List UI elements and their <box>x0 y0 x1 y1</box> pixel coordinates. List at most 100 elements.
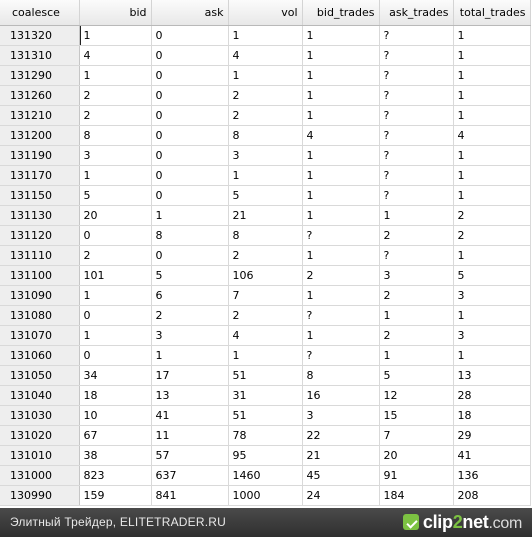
column-header-ask-trades[interactable]: ask_trades <box>379 0 454 26</box>
table-cell-ask-trades[interactable]: 1 <box>379 205 454 226</box>
table-cell-ask-trades[interactable]: ? <box>379 185 454 206</box>
table-cell-ask-trades[interactable]: ? <box>379 105 454 126</box>
row-key-cell[interactable]: 131130 <box>0 205 80 226</box>
table-cell-vol[interactable]: 21 <box>228 205 303 226</box>
table-cell-ask-trades[interactable]: 3 <box>379 265 454 286</box>
table-cell-bid-trades[interactable]: 1 <box>302 325 380 346</box>
table-cell-ask-trades[interactable]: 20 <box>379 445 454 466</box>
table-cell-bid-trades[interactable]: 24 <box>302 485 380 506</box>
table-cell-total-trades[interactable]: 13 <box>453 365 531 386</box>
table-row[interactable]: 131030 10 41 51 3 15 18 <box>0 405 531 426</box>
row-key-cell[interactable]: 131150 <box>0 185 80 206</box>
table-cell-bid[interactable]: 1 <box>79 285 152 306</box>
table-cell-ask[interactable]: 637 <box>151 465 229 486</box>
table-row[interactable]: 131210 2 0 2 1? 1 <box>0 105 531 126</box>
table-cell-bid-trades[interactable]: 1 <box>302 165 380 186</box>
table-row[interactable]: 131320 1 0 1 1? 1 <box>0 25 531 46</box>
row-key-cell[interactable]: 131170 <box>0 165 80 186</box>
row-key-cell[interactable]: 131090 <box>0 285 80 306</box>
row-key-cell[interactable]: 131260 <box>0 85 80 106</box>
table-cell-ask-trades[interactable]: 2 <box>379 325 454 346</box>
table-cell-ask[interactable]: 1 <box>151 205 229 226</box>
table-cell-ask-trades[interactable]: 12 <box>379 385 454 406</box>
table-cell-bid-trades[interactable]: ? <box>302 225 380 246</box>
row-key-cell[interactable]: 131050 <box>0 365 80 386</box>
row-key-cell[interactable]: 131100 <box>0 265 80 286</box>
table-cell-total-trades[interactable]: 3 <box>453 325 531 346</box>
table-row[interactable]: 130990 159 841 1000 24 184 208 <box>0 485 531 506</box>
table-cell-bid[interactable]: 3 <box>79 145 152 166</box>
table-cell-vol[interactable]: 2 <box>228 245 303 266</box>
row-key-cell[interactable]: 131110 <box>0 245 80 266</box>
table-cell-ask[interactable]: 3 <box>151 325 229 346</box>
table-row[interactable]: 131050 34 17 51 8 5 13 <box>0 365 531 386</box>
column-header-ask[interactable]: ask <box>151 0 229 26</box>
table-cell-bid-trades[interactable]: 1 <box>302 65 380 86</box>
table-cell-vol[interactable]: 31 <box>228 385 303 406</box>
table-cell-total-trades[interactable]: 1 <box>453 165 531 186</box>
row-key-cell[interactable]: 131030 <box>0 405 80 426</box>
table-row[interactable]: 131150 5 0 5 1? 1 <box>0 185 531 206</box>
table-cell-ask[interactable]: 2 <box>151 305 229 326</box>
row-key-cell[interactable]: 131060 <box>0 345 80 366</box>
row-key-cell[interactable]: 131020 <box>0 425 80 446</box>
table-cell-total-trades[interactable]: 1 <box>453 105 531 126</box>
table-cell-bid[interactable]: 34 <box>79 365 152 386</box>
table-cell-ask[interactable]: 6 <box>151 285 229 306</box>
table-cell-ask-trades[interactable]: 5 <box>379 365 454 386</box>
table-cell-bid[interactable]: 823 <box>79 465 152 486</box>
table-cell-vol[interactable]: 106 <box>228 265 303 286</box>
table-cell-ask-trades[interactable]: ? <box>379 85 454 106</box>
table-row[interactable]: 131190 3 0 3 1? 1 <box>0 145 531 166</box>
table-cell-bid-trades[interactable]: 1 <box>302 185 380 206</box>
table-cell-vol[interactable]: 7 <box>228 285 303 306</box>
table-cell-total-trades[interactable]: 29 <box>453 425 531 446</box>
row-key-cell[interactable]: 131310 <box>0 45 80 66</box>
table-cell-bid[interactable]: 20 <box>79 205 152 226</box>
column-header-bid[interactable]: bid <box>79 0 152 26</box>
table-cell-bid[interactable]: 67 <box>79 425 152 446</box>
table-cell-ask[interactable]: 0 <box>151 245 229 266</box>
table-cell-ask-trades[interactable]: ? <box>379 65 454 86</box>
table-cell-bid-trades[interactable]: 1 <box>302 85 380 106</box>
table-cell-bid-trades[interactable]: 21 <box>302 445 380 466</box>
table-cell-vol[interactable]: 95 <box>228 445 303 466</box>
row-key-cell[interactable]: 131120 <box>0 225 80 246</box>
table-cell-ask[interactable]: 5 <box>151 265 229 286</box>
table-cell-total-trades[interactable]: 28 <box>453 385 531 406</box>
table-cell-bid[interactable]: 1 <box>79 65 152 86</box>
table-row[interactable]: 131170 1 0 1 1? 1 <box>0 165 531 186</box>
table-cell-bid-trades[interactable]: 22 <box>302 425 380 446</box>
column-header-coalesce[interactable]: coalesce <box>0 0 80 26</box>
row-key-cell[interactable]: 130990 <box>0 485 80 506</box>
table-cell-bid-trades[interactable]: 1 <box>302 45 380 66</box>
table-cell-total-trades[interactable]: 5 <box>453 265 531 286</box>
table-cell-vol[interactable]: 1 <box>228 165 303 186</box>
table-cell-bid[interactable]: 0 <box>79 305 152 326</box>
table-cell-bid-trades[interactable]: 1 <box>302 245 380 266</box>
table-cell-ask[interactable]: 17 <box>151 365 229 386</box>
table-row[interactable]: 131080 0 2 2? 1 1 <box>0 305 531 326</box>
table-cell-bid[interactable]: 10 <box>79 405 152 426</box>
table-cell-vol[interactable]: 51 <box>228 405 303 426</box>
table-cell-ask[interactable]: 0 <box>151 125 229 146</box>
table-cell-ask[interactable]: 0 <box>151 105 229 126</box>
table-cell-vol[interactable]: 4 <box>228 325 303 346</box>
table-cell-ask[interactable]: 0 <box>151 85 229 106</box>
table-cell-total-trades[interactable]: 3 <box>453 285 531 306</box>
table-row[interactable]: 131090 1 6 7 1 2 3 <box>0 285 531 306</box>
table-cell-total-trades[interactable]: 1 <box>453 345 531 366</box>
table-cell-ask-trades[interactable]: 1 <box>379 345 454 366</box>
row-key-cell[interactable]: 131210 <box>0 105 80 126</box>
table-cell-bid[interactable]: 2 <box>79 245 152 266</box>
table-cell-ask-trades[interactable]: ? <box>379 245 454 266</box>
table-cell-bid[interactable]: 159 <box>79 485 152 506</box>
table-cell-total-trades[interactable]: 208 <box>453 485 531 506</box>
table-cell-total-trades[interactable]: 1 <box>453 25 531 46</box>
table-cell-ask-trades[interactable]: 91 <box>379 465 454 486</box>
table-cell-ask[interactable]: 13 <box>151 385 229 406</box>
table-cell-bid[interactable]: 2 <box>79 85 152 106</box>
table-cell-ask[interactable]: 57 <box>151 445 229 466</box>
table-row[interactable]: 131110 2 0 2 1? 1 <box>0 245 531 266</box>
row-key-cell[interactable]: 131040 <box>0 385 80 406</box>
